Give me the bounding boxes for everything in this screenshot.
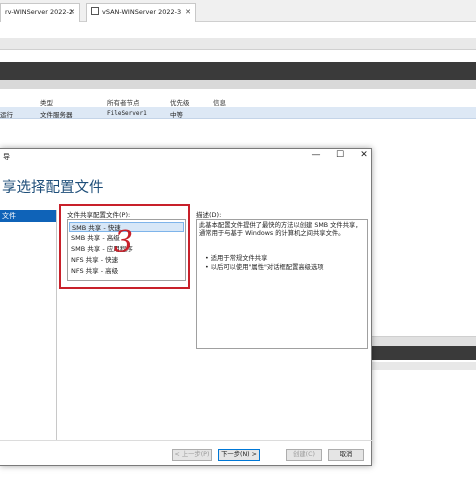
row-status: 运行 [0,111,13,119]
dialog-title: 导 [3,153,10,161]
background-dark-band [372,346,476,360]
close-button[interactable]: ✕ [354,148,374,162]
section-subbar [0,80,476,89]
wizard-nav-pane [0,210,57,440]
background-band [372,362,476,370]
description-text: 此基本配置文件提供了最快的方法以创建 SMB 文件共享，通常用于与基于 Wind… [199,222,362,237]
row-owner: FileServer1 [107,110,147,117]
previous-button[interactable]: < 上一步(P) [172,449,212,461]
row-priority: 中等 [170,111,183,119]
column-header-owner[interactable]: 所有者节点 [107,97,140,107]
footer-divider [0,440,372,441]
close-icon[interactable]: ✕ [69,4,75,21]
description-bullet: • 适用于常规文件共享 [205,255,268,262]
background-band [372,336,476,346]
column-header-info[interactable]: 信息 [213,97,226,107]
browser-tab-label: rv-WINServer 2022-2 [5,8,74,16]
close-icon[interactable]: ✕ [185,4,191,21]
nav-item-selected[interactable]: 文件 [0,210,56,222]
browser-tab[interactable]: rv-WINServer 2022-2 ✕ [0,3,80,22]
browser-tab[interactable]: vSAN-WINServer 2022-3 ✕ [86,3,196,22]
description-bullet: • 以后可以使用"属性"对话框配置高级选项 [205,264,324,271]
cancel-button[interactable]: 取消 [328,449,364,461]
next-button[interactable]: 下一步(N) > [218,449,260,461]
create-button[interactable]: 创建(C) [286,449,322,461]
minimize-button[interactable]: — [306,148,326,162]
row-type: 文件服务器 [40,111,73,119]
section-header-bar [0,62,476,80]
monitor-icon [91,7,99,15]
column-header-type[interactable]: 类型 [40,97,53,107]
annotation-number: 3 [114,225,134,260]
column-header-priority[interactable]: 优先级 [170,97,190,107]
description-box [196,219,368,349]
toolbar-band [0,38,476,50]
page-title: 享选择配置文件 [2,180,104,196]
maximize-button[interactable]: ☐ [330,148,350,162]
description-label: 描述(D): [196,211,222,219]
browser-tab-label: vSAN-WINServer 2022-3 [102,8,182,16]
